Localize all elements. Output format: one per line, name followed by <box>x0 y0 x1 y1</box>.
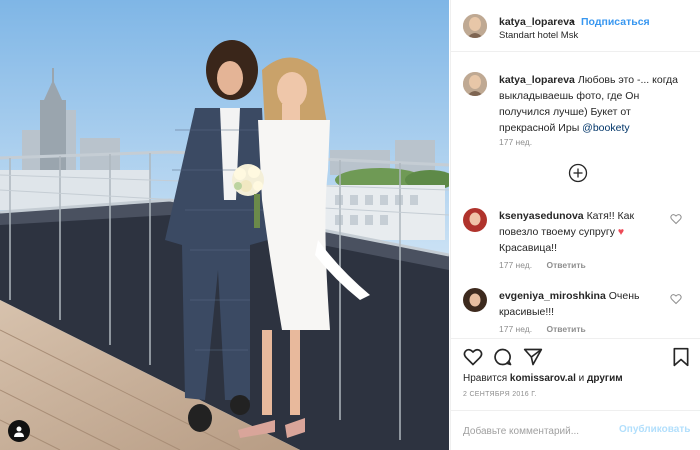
post-actions-bar <box>451 338 700 372</box>
liker-username[interactable]: komissarov.al <box>510 373 576 384</box>
likes-summary: Нравится komissarov.al и другим <box>463 373 623 384</box>
caption-username[interactable]: katya_lopareva <box>499 74 575 86</box>
follow-button[interactable]: Подписаться <box>581 16 650 28</box>
publish-comment-button[interactable]: Опубликовать <box>619 424 690 435</box>
comment-timestamp[interactable]: 177 нед. <box>499 260 532 270</box>
speech-bubble-icon <box>494 348 512 366</box>
likes-middle: и <box>575 373 588 384</box>
add-comment-form: Опубликовать <box>451 410 700 450</box>
person-icon <box>14 426 24 437</box>
post-photo[interactable] <box>0 0 449 450</box>
comment-item: evgeniya_miroshkina Очень красивые!!! <box>499 288 659 320</box>
wedding-photo-illustration <box>0 0 449 450</box>
author-avatar[interactable] <box>463 14 487 38</box>
comment-username[interactable]: evgeniya_miroshkina <box>499 290 606 302</box>
comment-meta: 177 нед. Ответить <box>499 260 586 270</box>
load-more-comments-button[interactable] <box>568 163 588 183</box>
reply-button[interactable]: Ответить <box>546 324 585 334</box>
caption-mention-link[interactable]: @bookety <box>582 122 629 134</box>
location-link[interactable]: Standart hotel Msk <box>499 30 578 41</box>
likes-others-link[interactable]: другим <box>587 373 623 384</box>
commenter-avatar[interactable] <box>463 288 487 312</box>
comment-like-button[interactable] <box>670 213 682 225</box>
commenter-avatar[interactable] <box>463 208 487 232</box>
comment-button[interactable] <box>493 347 513 367</box>
comment-text-end: Красавица!! <box>499 242 558 254</box>
heart-outline-icon <box>670 214 682 225</box>
comment-timestamp[interactable]: 177 нед. <box>499 324 532 334</box>
avatar-image <box>463 72 487 96</box>
like-button[interactable] <box>463 347 483 367</box>
heart-outline-icon <box>670 294 682 305</box>
comment-item: ksenyasedunova Катя!! Как повезло твоему… <box>499 208 659 256</box>
likes-prefix: Нравится <box>463 373 510 384</box>
save-button[interactable] <box>671 347 691 367</box>
red-heart-emoji: ♥ <box>617 226 625 238</box>
plus-circle-icon <box>568 163 588 183</box>
author-username[interactable]: katya_lopareva <box>499 16 575 28</box>
comment-input[interactable] <box>463 422 613 440</box>
post-caption: katya_lopareva Любовь это -... когда вык… <box>499 72 689 136</box>
share-button[interactable] <box>523 347 543 367</box>
avatar-image <box>463 288 487 312</box>
post-sidebar: katya_lopareva • Подписаться Standart ho… <box>450 0 700 450</box>
comment-username[interactable]: ksenyasedunova <box>499 210 584 222</box>
separator-dot: • <box>571 16 575 28</box>
heart-outline-icon <box>463 348 483 366</box>
avatar-image <box>463 14 487 38</box>
comment-meta: 177 нед. Ответить <box>499 324 586 334</box>
paper-plane-icon <box>523 348 543 366</box>
post-header: katya_lopareva • Подписаться Standart ho… <box>451 0 700 52</box>
tagged-user-badge[interactable] <box>8 420 30 442</box>
caption-timestamp[interactable]: 177 нед. <box>499 137 532 147</box>
caption-author-avatar[interactable] <box>463 72 487 96</box>
avatar-image <box>463 208 487 232</box>
bookmark-icon <box>673 347 689 367</box>
reply-button[interactable]: Ответить <box>546 260 585 270</box>
post-date[interactable]: 2 СЕНТЯБРЯ 2016 Г. <box>463 391 537 398</box>
comment-like-button[interactable] <box>670 293 682 305</box>
